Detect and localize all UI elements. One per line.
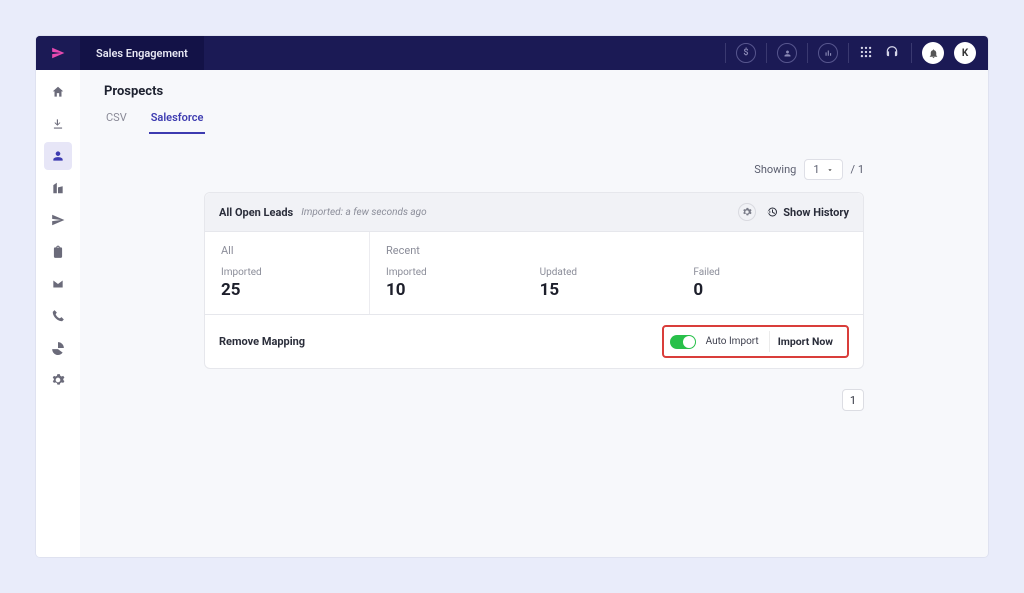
sidebar-accounts[interactable] (44, 174, 72, 202)
stats-recent: Recent Imported 10 Updated 15 (370, 232, 863, 314)
lead-card: All Open Leads Imported: a few seconds a… (204, 192, 864, 369)
show-history-label: Show History (783, 206, 849, 219)
user-circle-icon[interactable] (777, 43, 797, 63)
showing-label: Showing (754, 163, 796, 176)
auto-import-label: Auto Import (706, 336, 759, 347)
all-metric-value: 25 (221, 280, 353, 300)
stats-all: All Imported 25 (205, 232, 370, 314)
sidebar-settings[interactable] (44, 366, 72, 394)
pagination: 1 (204, 389, 864, 411)
topbar-actions: $ K (725, 42, 988, 64)
history-icon (766, 206, 778, 218)
brand-name[interactable]: Sales Engagement (80, 36, 204, 70)
bell-icon (928, 48, 939, 59)
recent-failed-label: Failed (693, 267, 847, 278)
sidebar-mail[interactable] (44, 270, 72, 298)
sidebar-tasks[interactable] (44, 238, 72, 266)
tab-csv[interactable]: CSV (104, 105, 129, 134)
top-bar: Sales Engagement $ K (36, 36, 988, 70)
card-title: All Open Leads (219, 206, 293, 219)
divider (725, 43, 726, 63)
sidebar-prospects[interactable] (44, 142, 72, 170)
pager-page-1[interactable]: 1 (842, 389, 864, 411)
sidebar-reports[interactable] (44, 334, 72, 362)
chart-circle-icon[interactable] (818, 43, 838, 63)
home-icon (51, 85, 65, 99)
headset-icon[interactable] (885, 45, 901, 61)
spacer (540, 244, 694, 257)
page-total: / 1 (851, 163, 864, 176)
divider (807, 43, 808, 63)
gear-icon (742, 207, 752, 217)
clipboard-icon (51, 245, 65, 259)
recent-updated-label: Updated (540, 267, 694, 278)
sidebar-campaigns[interactable] (44, 206, 72, 234)
page-select[interactable]: 1 (804, 159, 842, 180)
page-title: Prospects (104, 84, 964, 99)
download-icon (51, 117, 65, 131)
divider (911, 43, 912, 63)
card-header: All Open Leads Imported: a few seconds a… (205, 193, 863, 232)
recent-failed-value: 0 (693, 280, 847, 300)
paper-plane-icon (51, 46, 65, 60)
app-logo[interactable] (36, 36, 80, 70)
recent-imported-value: 10 (386, 280, 540, 300)
sidebar-calls[interactable] (44, 302, 72, 330)
recent-heading: Recent (386, 244, 540, 257)
send-icon (51, 213, 65, 227)
recent-updated-value: 15 (540, 280, 694, 300)
divider (766, 43, 767, 63)
person-icon (51, 149, 65, 163)
user-avatar[interactable]: K (954, 42, 976, 64)
remove-mapping-button[interactable]: Remove Mapping (219, 335, 305, 348)
dollar-icon[interactable]: $ (736, 43, 756, 63)
show-history-button[interactable]: Show History (766, 206, 849, 219)
card-footer: Remove Mapping Auto Import Import Now (205, 314, 863, 368)
mail-icon (51, 277, 65, 291)
bell-avatar[interactable] (922, 42, 944, 64)
tabs: CSV Salesforce (104, 105, 964, 135)
showing-row: Showing 1 / 1 (204, 159, 864, 180)
divider (848, 43, 849, 63)
spacer (693, 244, 847, 257)
card-subtitle: Imported: a few seconds ago (301, 207, 426, 218)
sidebar (36, 70, 80, 557)
gear-icon (51, 373, 65, 387)
sidebar-home[interactable] (44, 78, 72, 106)
dialpad-icon[interactable] (859, 45, 875, 61)
chevron-down-icon (826, 166, 834, 174)
all-heading: All (221, 244, 353, 257)
sidebar-tray[interactable] (44, 110, 72, 138)
tab-salesforce[interactable]: Salesforce (149, 105, 206, 134)
building-icon (51, 181, 65, 195)
page-current: 1 (813, 163, 819, 176)
card-settings-button[interactable] (738, 203, 756, 221)
import-controls-highlight: Auto Import Import Now (662, 325, 849, 358)
auto-import-toggle[interactable] (670, 335, 696, 349)
recent-imported-label: Imported (386, 267, 540, 278)
pie-icon (51, 341, 65, 355)
phone-icon (51, 309, 65, 323)
all-metric-label: Imported (221, 267, 353, 278)
main-content: Prospects CSV Salesforce Showing 1 / 1 A… (80, 70, 988, 557)
import-now-button[interactable]: Import Now (769, 331, 841, 352)
